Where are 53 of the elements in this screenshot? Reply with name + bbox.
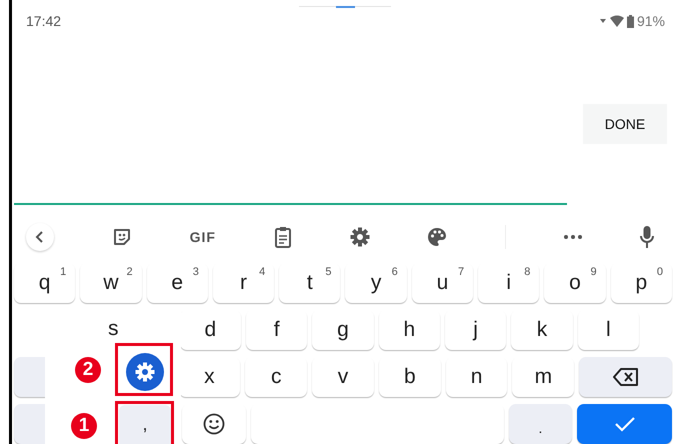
chevron-left-icon xyxy=(35,230,45,244)
letter-key[interactable]: r $^{4}$ xyxy=(212,263,274,303)
settings-icon xyxy=(135,362,155,382)
letter-key[interactable]: w $^{2}$ xyxy=(80,263,142,303)
battery-icon xyxy=(626,14,634,28)
letter-key[interactable]: k xyxy=(511,310,573,350)
period-key[interactable]: . xyxy=(508,404,572,444)
signal-icon xyxy=(598,17,607,25)
letter-key[interactable]: u $^{7}$ xyxy=(412,263,474,303)
letter-key[interactable]: y $^{6}$ xyxy=(345,263,407,303)
highlight-frame xyxy=(115,401,174,444)
letter-key[interactable]: t $^{5}$ xyxy=(279,263,340,303)
smiley-icon xyxy=(202,413,225,435)
letter-key[interactable]: b xyxy=(378,357,441,397)
clipboard-icon[interactable] xyxy=(274,226,292,248)
letter-key[interactable]: c xyxy=(245,357,308,397)
letter-key[interactable]: v xyxy=(312,357,374,397)
sticker-icon[interactable] xyxy=(112,227,132,247)
settings-button[interactable] xyxy=(126,353,164,391)
emoji-key[interactable] xyxy=(182,404,246,444)
palette-icon[interactable] xyxy=(427,227,448,247)
step-number: 1 xyxy=(71,413,97,439)
battery-level: 91% xyxy=(636,13,665,29)
microphone-icon[interactable] xyxy=(640,226,654,248)
letter-key[interactable]: d xyxy=(180,310,241,350)
letter-key[interactable]: e $^{3}$ xyxy=(146,263,208,303)
more-icon[interactable] xyxy=(564,235,582,239)
letter-key[interactable]: h xyxy=(378,310,440,350)
comma-key[interactable]: , xyxy=(119,405,171,444)
wifi-icon xyxy=(610,15,624,27)
checkmark-icon xyxy=(614,416,636,432)
settings-icon[interactable] xyxy=(350,227,370,247)
key-letter[interactable]: s xyxy=(108,317,118,341)
status-time: 17:42 xyxy=(26,13,62,29)
letter-key[interactable]: o $^{9}$ xyxy=(544,263,606,303)
backspace-key[interactable] xyxy=(579,357,672,397)
letter-key[interactable]: g xyxy=(312,310,374,350)
letter-key[interactable]: j xyxy=(444,310,506,350)
letter-key[interactable]: q $^{1}$ xyxy=(14,263,76,303)
letter-key[interactable]: n xyxy=(446,357,508,397)
back-button[interactable] xyxy=(26,223,54,251)
letter-key[interactable]: i $^{8}$ xyxy=(478,263,540,303)
letter-key[interactable]: f xyxy=(246,310,308,350)
gif-button[interactable]: GIF xyxy=(190,229,216,245)
highlight-frame xyxy=(115,343,173,396)
enter-key[interactable] xyxy=(577,404,672,444)
letter-key[interactable]: l xyxy=(578,310,639,350)
letter-key[interactable]: p $^{0}$ xyxy=(610,263,672,303)
letter-key[interactable]: x xyxy=(178,357,240,397)
backspace-icon xyxy=(612,368,639,386)
step-number: 2 xyxy=(75,357,101,383)
done-button[interactable]: DONE xyxy=(583,104,667,144)
letter-key[interactable]: m xyxy=(512,357,574,397)
